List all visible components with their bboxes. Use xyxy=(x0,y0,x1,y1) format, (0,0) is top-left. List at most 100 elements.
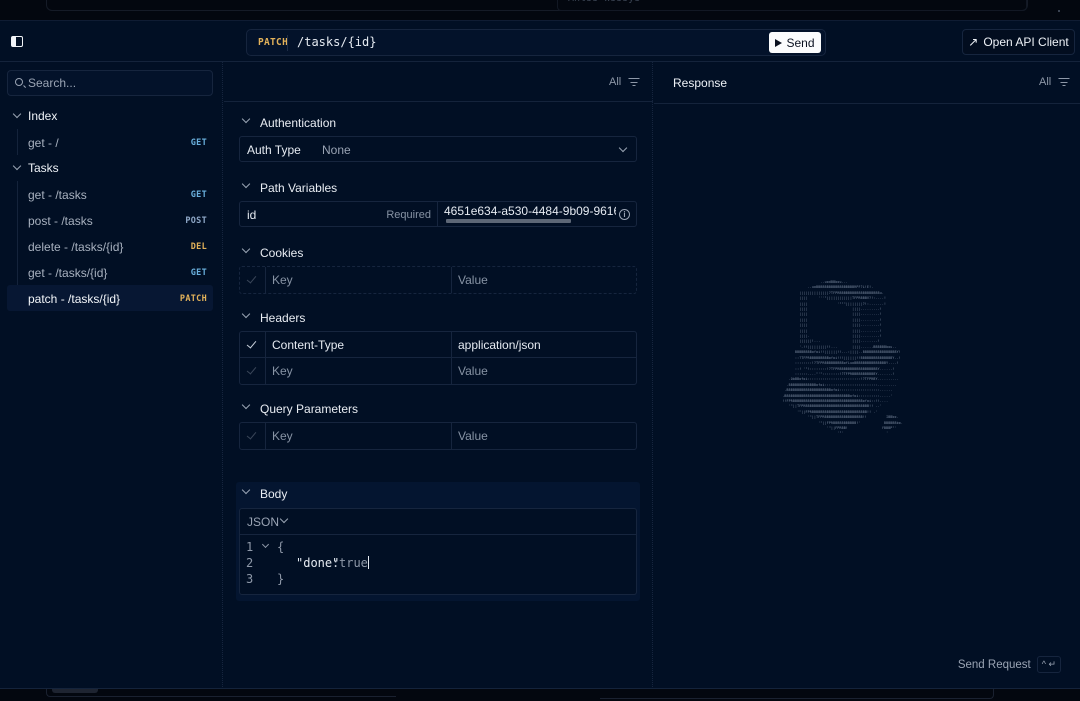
response-filter[interactable]: All xyxy=(1039,76,1070,88)
json-value: true xyxy=(339,556,368,570)
cookie-key-input[interactable]: Key xyxy=(266,267,452,293)
path-variables-header[interactable]: Path Variables xyxy=(239,177,637,199)
cookies-header[interactable]: Cookies xyxy=(239,242,637,264)
item-label: post - /tasks xyxy=(28,214,93,228)
required-label: Required xyxy=(386,209,431,221)
search-field[interactable] xyxy=(7,70,213,96)
query-value-input[interactable]: Value xyxy=(452,423,636,449)
header-value-input[interactable]: Value xyxy=(452,358,636,384)
check-icon[interactable] xyxy=(246,273,257,284)
path-variable-value[interactable]: 4651e634-a530-4484-9b09-9616 xyxy=(444,204,616,218)
code-token: { xyxy=(277,540,285,554)
check-cell xyxy=(240,423,266,449)
check-icon[interactable] xyxy=(246,364,257,375)
sidebar-item-get-tasks[interactable]: get - /tasks GET xyxy=(0,181,223,207)
send-button[interactable]: Send xyxy=(769,32,821,53)
send-label: Send xyxy=(786,35,815,50)
header-bar: PATCH /tasks/{id} Send ↗ Open API Client xyxy=(0,21,1080,62)
query-parameters-header[interactable]: Query Parameters xyxy=(239,398,637,420)
header-key[interactable]: Content-Type xyxy=(266,332,452,357)
auth-type-value[interactable]: None xyxy=(322,143,351,157)
code-line: 2 "done" : true xyxy=(240,555,636,571)
item-label: delete - /tasks/{id} xyxy=(28,240,124,254)
request-method: PATCH xyxy=(258,37,289,48)
filter-label: All xyxy=(609,76,622,88)
sidebar-group-tasks: Tasks get - /tasks GET post - /tasks POS… xyxy=(0,155,223,311)
item-label: get - / xyxy=(28,136,59,150)
query-key-input[interactable]: Key xyxy=(266,423,452,449)
url-separator xyxy=(287,35,288,51)
horizontal-scrollbar[interactable] xyxy=(446,219,571,223)
chevron-down-icon xyxy=(241,179,251,189)
check-cell xyxy=(240,332,266,357)
cookie-row-empty: Key Value xyxy=(240,267,636,293)
method-badge: GET xyxy=(190,138,207,148)
search-input[interactable] xyxy=(28,74,208,92)
body-editor: JSON 1 { 2 "done" : true 3} xyxy=(239,508,637,595)
filter-label: All xyxy=(1039,76,1052,88)
line-number: 1 xyxy=(246,540,254,554)
auth-type-select[interactable]: Auth Type None xyxy=(239,136,637,162)
path-variable-row: id Required 4651e634-a530-4484-9b09-9616… xyxy=(239,201,637,227)
response-toolbar: Response All xyxy=(654,62,1080,104)
api-client-window: PATCH /tasks/{id} Send ↗ Open API Client… xyxy=(0,20,1080,689)
request-panel: All Authentication Auth Type None Path V… xyxy=(224,62,653,689)
section-title: Cookies xyxy=(260,246,304,260)
cookies-section: Cookies Key Value xyxy=(239,242,637,294)
headers-section: Headers Content-Type application/json Ke… xyxy=(239,307,637,385)
check-icon[interactable] xyxy=(246,338,257,349)
item-label: patch - /tasks/{id} xyxy=(28,292,121,306)
url-bar[interactable]: PATCH /tasks/{id} Send xyxy=(246,29,826,56)
method-badge: DEL xyxy=(190,242,207,252)
path-variable-value-cell[interactable]: 4651e634-a530-4484-9b09-9616 i xyxy=(438,202,636,226)
sidebar: Index get - / GET Tasks get - /tasks GET… xyxy=(0,62,223,689)
request-filter[interactable]: All xyxy=(609,76,640,88)
section-title: Query Parameters xyxy=(260,402,359,416)
authentication-header[interactable]: Authentication xyxy=(239,112,637,134)
sidebar-toggle-icon[interactable] xyxy=(11,36,23,47)
open-api-client-button[interactable]: ↗ Open API Client xyxy=(962,29,1075,55)
sidebar-item-get-root[interactable]: get - / GET xyxy=(0,129,223,155)
query-parameters-table: Key Value xyxy=(239,422,637,450)
body-header[interactable]: Body xyxy=(239,483,640,505)
method-badge: GET xyxy=(190,268,207,278)
check-cell xyxy=(240,358,266,384)
request-path[interactable]: /tasks/{id} xyxy=(297,35,376,49)
method-badge: PATCH xyxy=(179,294,207,304)
sidebar-item-delete-task[interactable]: delete - /tasks/{id} DEL xyxy=(0,233,223,259)
headers-header[interactable]: Headers xyxy=(239,307,637,329)
body-section: Body JSON 1 { 2 "done" : true 3} xyxy=(236,482,640,601)
filter-icon xyxy=(1058,78,1070,87)
method-badge: POST xyxy=(185,216,207,226)
info-icon[interactable]: i xyxy=(619,209,630,220)
sidebar-item-get-task[interactable]: get - /tasks/{id} GET xyxy=(0,259,223,285)
header-value[interactable]: application/json xyxy=(452,332,636,357)
sidebar-item-patch-task[interactable]: patch - /tasks/{id} PATCH xyxy=(7,285,213,311)
header-key-input[interactable]: Key xyxy=(266,358,452,384)
authentication-section: Authentication Auth Type None xyxy=(239,112,637,162)
section-title: Body xyxy=(260,487,288,501)
code-editor[interactable]: 1 { 2 "done" : true 3 } xyxy=(240,535,636,587)
chevron-down-icon xyxy=(12,109,22,119)
fold-chevron-icon[interactable] xyxy=(261,540,270,549)
request-toolbar: All xyxy=(224,62,653,102)
content-type-select[interactable]: JSON xyxy=(240,509,636,535)
text-caret xyxy=(367,556,369,569)
response-title: Response xyxy=(673,76,728,90)
group-header-index[interactable]: Index xyxy=(0,103,223,129)
group-header-tasks[interactable]: Tasks xyxy=(0,155,223,181)
chevron-down-icon xyxy=(241,244,251,254)
background-snippet: Ahlss Wsssys xyxy=(557,0,1027,11)
section-title: Headers xyxy=(260,311,306,325)
send-request-hint[interactable]: Send Request ^ ↵ xyxy=(958,656,1061,673)
chevron-down-icon xyxy=(241,114,251,124)
background-frame xyxy=(600,689,994,699)
cookie-value-input[interactable]: Value xyxy=(452,267,636,293)
check-cell xyxy=(240,267,266,293)
item-label: get - /tasks/{id} xyxy=(28,266,108,280)
open-api-client-label: Open API Client xyxy=(983,35,1069,49)
check-icon[interactable] xyxy=(246,429,257,440)
external-link-icon: ↗ xyxy=(968,35,979,49)
sidebar-item-post-tasks[interactable]: post - /tasks POST xyxy=(0,207,223,233)
chevron-down-icon xyxy=(279,514,289,524)
